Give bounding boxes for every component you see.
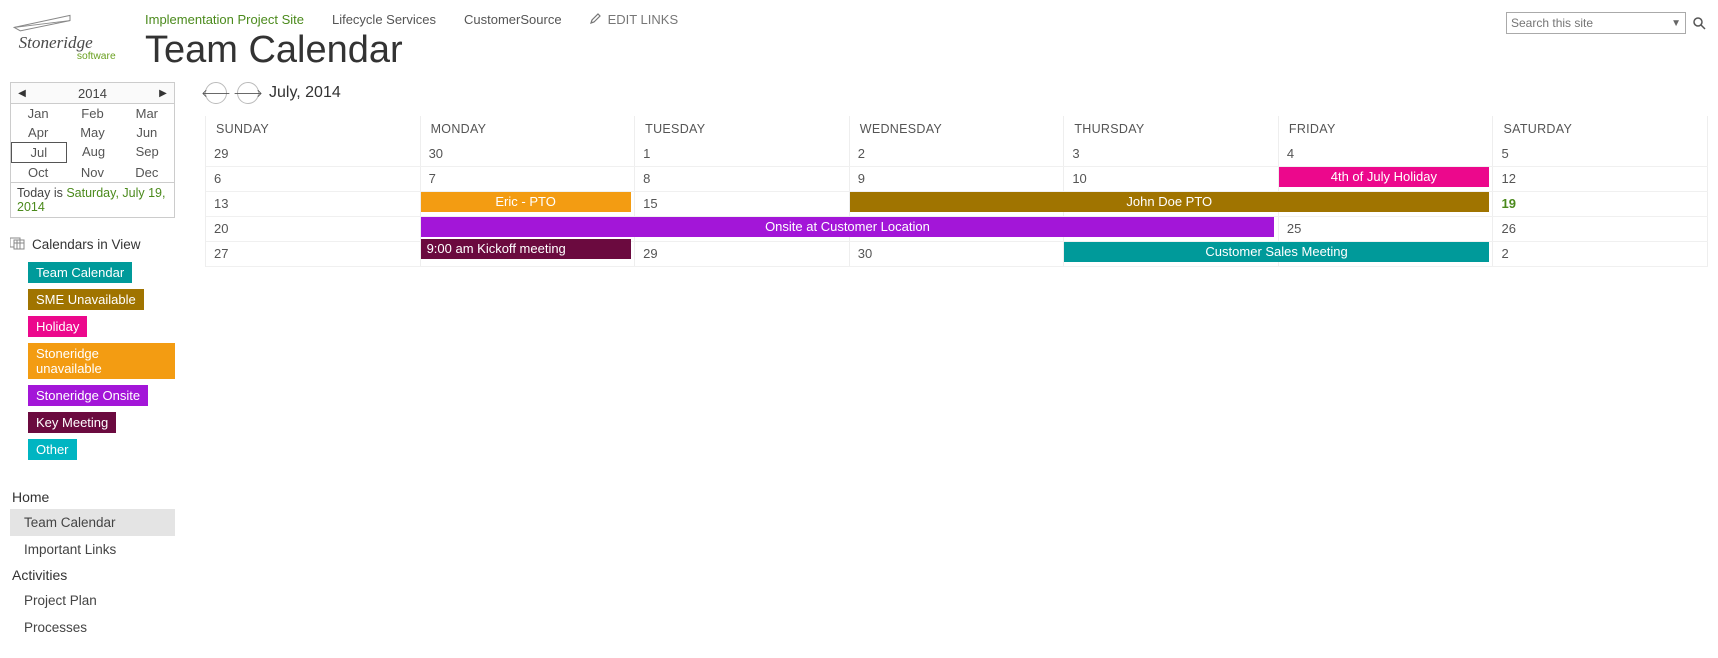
day-cell[interactable]: 4 <box>1279 142 1494 166</box>
event-bar[interactable]: Eric - PTO <box>421 192 631 212</box>
sidenav-home[interactable]: Home <box>10 485 175 509</box>
day-cell[interactable]: 12 <box>1493 167 1708 191</box>
search-dropdown-icon[interactable]: ▼ <box>1671 18 1681 29</box>
event-bar[interactable]: 4th of July Holiday <box>1279 167 1489 187</box>
day-cell[interactable]: 8 <box>635 167 850 191</box>
sidenav-team-calendar[interactable]: Team Calendar <box>10 509 175 536</box>
day-cell[interactable]: 2 <box>1493 242 1708 266</box>
search-box[interactable]: ▼ <box>1506 12 1686 34</box>
mini-month-may[interactable]: May <box>65 123 119 142</box>
page-title: Team Calendar <box>145 29 1506 72</box>
mini-month-aug[interactable]: Aug <box>67 142 121 163</box>
day-header: THURSDAY <box>1064 116 1279 142</box>
mini-month-sep[interactable]: Sep <box>120 142 174 163</box>
day-cell[interactable]: 29 <box>635 242 850 266</box>
day-cell[interactable]: 26 <box>1493 217 1708 241</box>
prev-year-button[interactable]: ◀ <box>11 88 33 99</box>
day-cell[interactable]: 29 <box>206 142 421 166</box>
mini-month-jun[interactable]: Jun <box>120 123 174 142</box>
day-cell[interactable]: 15 <box>635 192 850 216</box>
day-header: FRIDAY <box>1279 116 1494 142</box>
legend-other[interactable]: Other <box>28 439 77 460</box>
day-header: SATURDAY <box>1493 116 1708 142</box>
day-header: MONDAY <box>421 116 636 142</box>
calendar-overlay-icon <box>10 236 26 253</box>
edit-links-button[interactable]: EDIT LINKS <box>590 12 679 27</box>
mini-month-mar[interactable]: Mar <box>120 104 174 123</box>
day-header: TUESDAY <box>635 116 850 142</box>
day-cell[interactable]: 7 <box>421 167 636 191</box>
prev-month-button[interactable]: 🡐 <box>205 82 227 104</box>
day-cell[interactable]: 19 <box>1493 192 1708 216</box>
day-cell[interactable]: 3 <box>1064 142 1279 166</box>
day-cell[interactable]: 30 <box>421 142 636 166</box>
legend-team-calendar[interactable]: Team Calendar <box>28 262 132 283</box>
mini-month-feb[interactable]: Feb <box>65 104 119 123</box>
day-header: WEDNESDAY <box>850 116 1065 142</box>
day-cell[interactable]: 6 <box>206 167 421 191</box>
nav-link-lifecycle[interactable]: Lifecycle Services <box>332 12 436 27</box>
next-year-button[interactable]: ▶ <box>152 88 174 99</box>
mini-month-apr[interactable]: Apr <box>11 123 65 142</box>
day-cell[interactable]: 5 <box>1493 142 1708 166</box>
day-header: SUNDAY <box>206 116 421 142</box>
search-button[interactable] <box>1690 14 1708 32</box>
nav-link-implementation[interactable]: Implementation Project Site <box>145 12 304 27</box>
legend-stoneridge-onsite[interactable]: Stoneridge Onsite <box>28 385 148 406</box>
day-cell[interactable]: 30 <box>850 242 1065 266</box>
day-cell[interactable]: 25 <box>1279 217 1494 241</box>
mini-month-jul[interactable]: Jul <box>11 142 67 163</box>
search-input[interactable] <box>1511 16 1671 30</box>
mini-month-oct[interactable]: Oct <box>11 163 65 182</box>
day-cell[interactable]: 13 <box>206 192 421 216</box>
pencil-icon <box>590 12 602 27</box>
day-cell[interactable]: 9 <box>850 167 1065 191</box>
day-cell[interactable]: 20 <box>206 217 421 241</box>
svg-text:software: software <box>77 51 116 62</box>
event-bar[interactable]: Onsite at Customer Location <box>421 217 1275 237</box>
mini-month-nov[interactable]: Nov <box>65 163 119 182</box>
sidenav-important-links[interactable]: Important Links <box>10 536 175 563</box>
day-cell[interactable]: 2 <box>850 142 1065 166</box>
calendars-in-view-heading: Calendars in View <box>32 237 141 252</box>
sidenav-processes[interactable]: Processes <box>10 614 175 641</box>
event-bar[interactable]: Customer Sales Meeting <box>1064 242 1489 262</box>
sidenav-project-plan[interactable]: Project Plan <box>10 587 175 614</box>
day-cell[interactable]: 1 <box>635 142 850 166</box>
nav-link-customersource[interactable]: CustomerSource <box>464 12 562 27</box>
legend-stoneridge-unavailable[interactable]: Stoneridge unavailable <box>28 343 175 379</box>
calendar-month-label: July, 2014 <box>269 84 341 102</box>
today-label: Today is Saturday, July 19, 2014 <box>10 183 175 218</box>
svg-text:Stoneridge: Stoneridge <box>19 33 94 52</box>
sidenav-activities[interactable]: Activities <box>10 563 175 587</box>
next-month-button[interactable]: 🡒 <box>237 82 259 104</box>
event-bar[interactable]: John Doe PTO <box>850 192 1489 212</box>
mini-year-label: 2014 <box>33 86 152 101</box>
legend-sme-unavailable[interactable]: SME Unavailable <box>28 289 144 310</box>
legend-key-meeting[interactable]: Key Meeting <box>28 412 116 433</box>
day-cell[interactable]: 10 <box>1064 167 1279 191</box>
day-cell[interactable]: 27 <box>206 242 421 266</box>
mini-month-jan[interactable]: Jan <box>11 104 65 123</box>
mini-month-dec[interactable]: Dec <box>120 163 174 182</box>
logo[interactable]: Stoneridge software <box>10 8 145 66</box>
event-bar[interactable]: 9:00 am Kickoff meeting <box>421 239 631 259</box>
legend-holiday[interactable]: Holiday <box>28 316 87 337</box>
